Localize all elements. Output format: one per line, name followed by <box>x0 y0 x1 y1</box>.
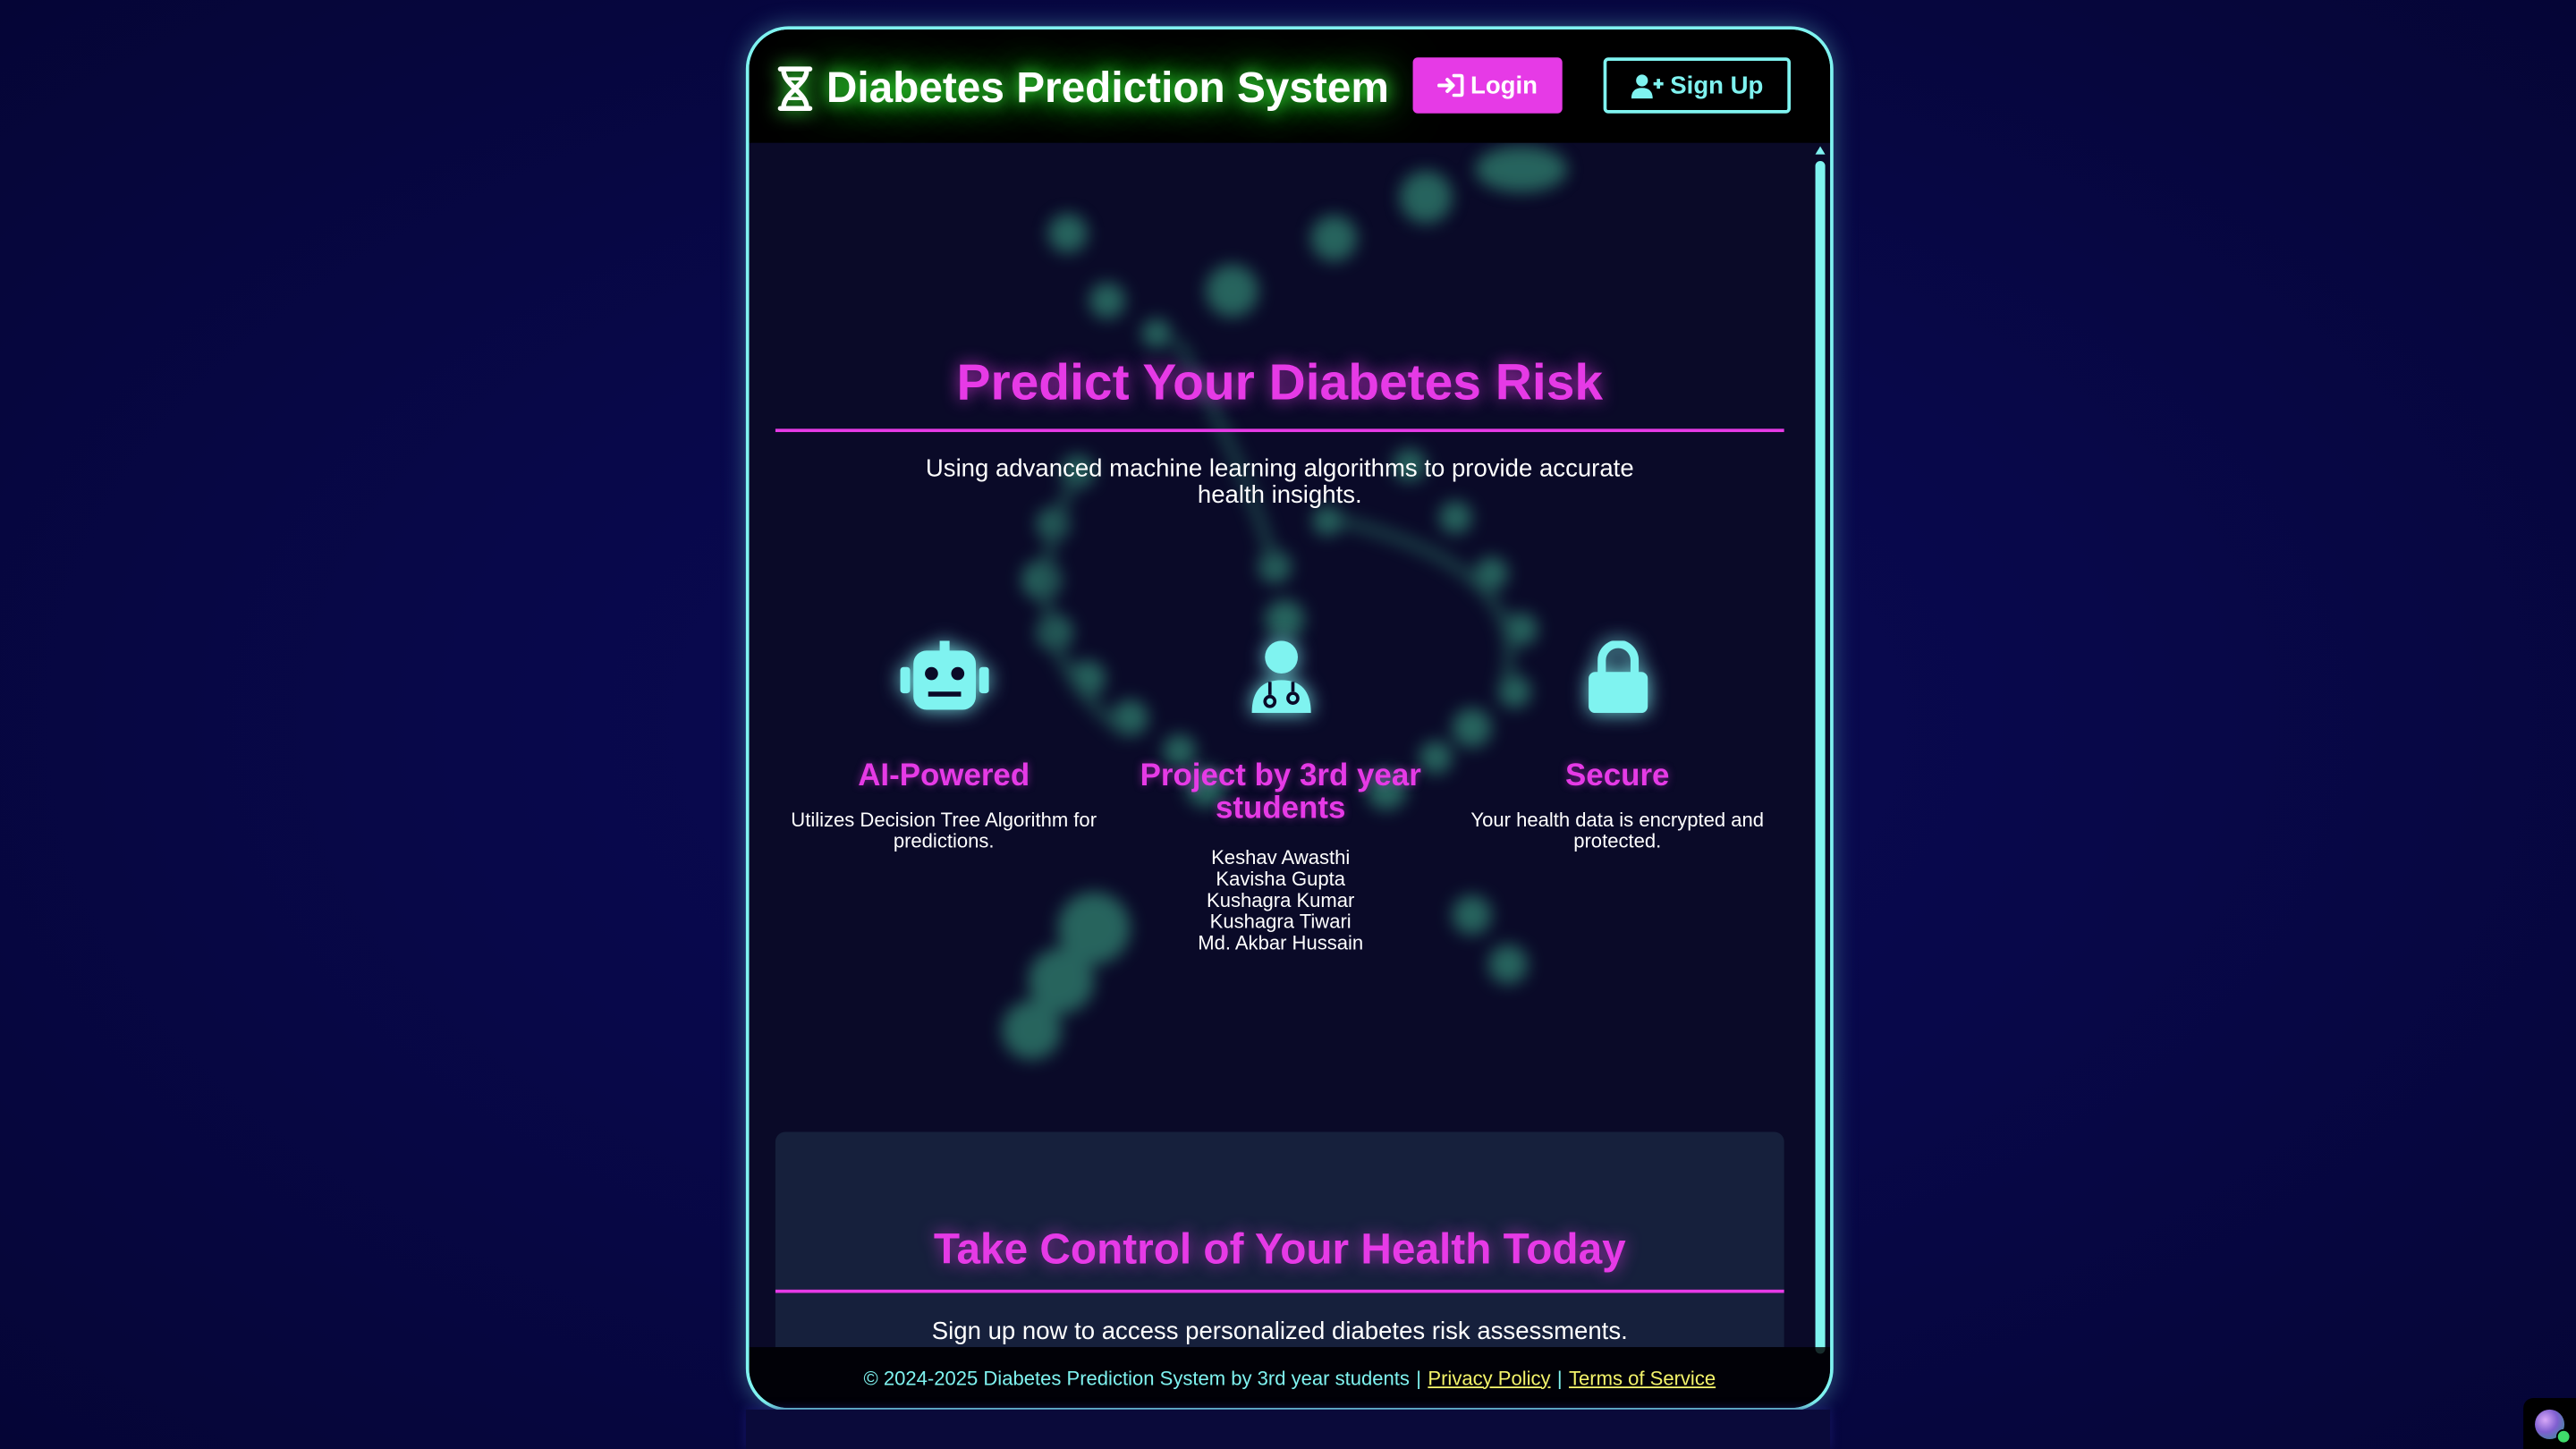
team-member: Kavisha Gupta <box>1216 867 1345 891</box>
main-content[interactable]: Predict Your Diabetes Risk Using advance… <box>749 142 1811 1348</box>
cta-subtitle: Sign up now to access personalized diabe… <box>931 1318 1628 1346</box>
dna-icon <box>777 65 813 111</box>
lock-icon <box>1588 640 1648 714</box>
cta-divider <box>775 1289 1784 1293</box>
app-title: Diabetes Prediction System <box>826 62 1389 112</box>
feature-title: Secure <box>1565 758 1670 794</box>
feature-secure: Secure Your health data is encrypted and… <box>1449 636 1786 852</box>
scroll-up-arrow[interactable] <box>1815 146 1826 155</box>
footer-separator: | <box>1556 1366 1563 1389</box>
footer: © 2024-2025 Diabetes Prediction System b… <box>749 1347 1831 1409</box>
user-plus-icon <box>1631 73 1664 98</box>
hero-divider <box>775 428 1784 433</box>
team-list: Keshav Awasthi Kavisha Gupta Kushagra Ku… <box>1112 845 1449 955</box>
cta-section: Take Control of Your Health Today Sign u… <box>775 1131 1784 1348</box>
footer-separator: | <box>1416 1366 1422 1389</box>
scrollbar[interactable] <box>1814 143 1827 1359</box>
login-label: Login <box>1470 71 1538 100</box>
online-status-icon <box>2555 1428 2572 1445</box>
feature-ai-powered: AI-Powered Utilizes Decision Tree Algori… <box>775 636 1113 852</box>
robot-icon <box>899 640 988 710</box>
brand[interactable]: Diabetes Prediction System <box>775 63 1389 114</box>
feature-title: AI-Powered <box>858 758 1030 794</box>
signup-label: Sign Up <box>1670 71 1764 100</box>
hero-title: Predict Your Diabetes Risk <box>956 352 1604 411</box>
feature-title: Project by 3rd year students <box>1140 758 1421 826</box>
team-member: Md. Akbar Hussain <box>1198 931 1364 955</box>
cta-title: Take Control of Your Health Today <box>933 1224 1626 1274</box>
header: Diabetes Prediction System Login Sign Up <box>749 30 1831 143</box>
feature-description: Utilizes Decision Tree Algorithm for pre… <box>791 808 1097 853</box>
team-member: Kushagra Kumar <box>1206 888 1355 912</box>
footer-copyright: © 2024-2025 Diabetes Prediction System b… <box>863 1366 1410 1389</box>
privacy-policy-link[interactable]: Privacy Policy <box>1428 1366 1550 1389</box>
sign-in-icon <box>1437 73 1464 97</box>
doctor-icon <box>1250 640 1310 714</box>
team-member: Kushagra Tiwari <box>1209 910 1352 934</box>
feature-description: Your health data is encrypted and protec… <box>1470 808 1765 853</box>
page-stage: Diabetes Prediction System Login Sign Up <box>0 0 2576 1449</box>
app-window: Diabetes Prediction System Login Sign Up <box>745 26 1834 1411</box>
corner-avatar-button[interactable] <box>2523 1398 2576 1449</box>
signup-button[interactable]: Sign Up <box>1603 57 1792 114</box>
scroll-thumb[interactable] <box>1815 160 1826 1354</box>
terms-of-service-link[interactable]: Terms of Service <box>1569 1366 1716 1389</box>
team-member: Keshav Awasthi <box>1211 845 1351 869</box>
login-button[interactable]: Login <box>1412 57 1563 114</box>
hero-subtitle: Using advanced machine learning algorith… <box>925 454 1634 510</box>
lower-panel-edge <box>745 1409 1831 1449</box>
feature-project-team: Project by 3rd year students Keshav Awas… <box>1112 636 1449 954</box>
